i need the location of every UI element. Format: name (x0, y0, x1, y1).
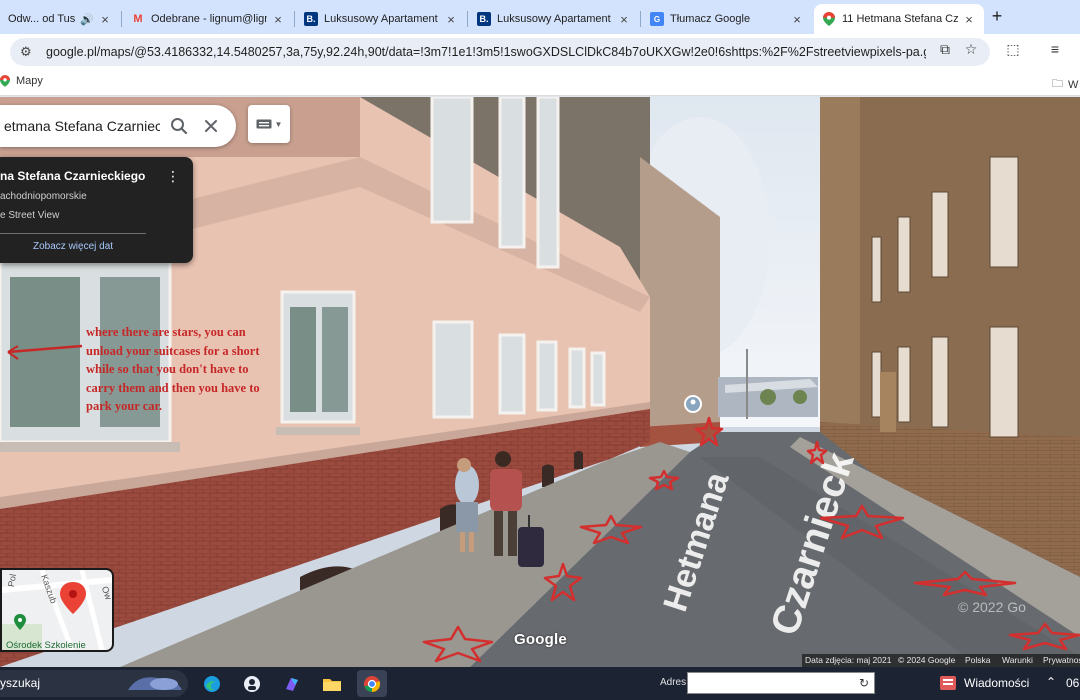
street-view-viewport[interactable]: Hetmana Czarnieck © 2022 Go etmana Stefa… (0, 97, 1080, 667)
extensions-icon[interactable]: ⬚ (1004, 41, 1022, 58)
close-icon[interactable]: × (444, 12, 458, 27)
more-options-icon[interactable]: ⋮ (166, 169, 180, 183)
info-card-source: e Street View (0, 210, 60, 221)
translate-icon: G (650, 12, 664, 26)
country-link[interactable]: Polska (965, 655, 991, 665)
search-icon[interactable] (166, 113, 192, 139)
address-url[interactable]: google.pl/maps/@53.4186332,14.5480257,3a… (46, 45, 926, 59)
app-icon[interactable] (237, 670, 267, 697)
taskbar-search[interactable]: yszukaj (0, 670, 188, 697)
maps-pin-icon (0, 75, 10, 87)
chrome-icon[interactable] (357, 670, 387, 697)
tab-2[interactable]: M Odebrane - lignum@lignu × (123, 4, 293, 34)
tab-1[interactable]: Odw... od Tuska! P 🔊 × (0, 4, 120, 34)
tab-6[interactable]: 11 Hetmana Stefana Czarn × (814, 4, 984, 34)
bookmark-folder-label: W (1068, 78, 1079, 91)
booking-icon: B. (304, 12, 318, 26)
taskbar-clock[interactable]: 06 (1066, 676, 1079, 690)
terms-link[interactable]: Warunki (1002, 655, 1033, 665)
keyboard-shortcuts-button[interactable]: ▼ (248, 105, 290, 143)
copyright-text: © 2024 Google (898, 655, 956, 665)
close-icon[interactable]: × (271, 12, 285, 27)
watermark-text: © 2022 Go (958, 599, 1026, 615)
refresh-icon[interactable]: ↻ (854, 673, 874, 693)
tab-5[interactable]: G Tłumacz Google × (642, 4, 812, 34)
chevron-up-icon[interactable]: ⌃ (1046, 675, 1056, 689)
bookmark-star-icon[interactable]: ☆ (962, 41, 980, 58)
gmail-icon: M (133, 13, 143, 25)
tab-1-title: Odw... od Tuska! P (8, 13, 76, 25)
tab-strip: Odw... od Tuska! P 🔊 × M Odebrane - lign… (0, 0, 1080, 34)
info-card-region: achodniopomorskie (0, 191, 87, 202)
news-widget-label[interactable]: Wiadomości (964, 676, 1029, 690)
place-marker-icon[interactable] (684, 395, 702, 413)
close-icon[interactable]: × (98, 12, 112, 27)
news-icon[interactable] (940, 676, 956, 690)
bookmark-mapy-label: Mapy (16, 75, 43, 87)
new-tab-button[interactable]: + (988, 7, 1006, 26)
tab-4-title: Luksusowy Apartament pr (497, 13, 613, 25)
reading-list-icon[interactable]: ≡ (1046, 41, 1064, 57)
tab-6-title: 11 Hetmana Stefana Czarn (842, 13, 958, 25)
google-logo: Google (514, 631, 567, 648)
info-card-divider (0, 233, 146, 234)
search-highlight-icon (128, 677, 182, 690)
maps-search-input[interactable]: etmana Stefana Czarnieckieg (0, 118, 160, 134)
attribution-bar: Data zdjęcia: maj 2021 © 2024 Google Pol… (0, 654, 1080, 667)
location-pin-icon (60, 582, 86, 614)
privacy-link[interactable]: Prywatnoś (1043, 655, 1080, 665)
bookmarks-bar: Mapy 🗀 W (0, 70, 1080, 96)
booking-icon: B. (477, 12, 491, 26)
windows-taskbar: yszukaj Adres ↻ Wiadomości ⌃ 06 (0, 667, 1080, 700)
minimap-place-label: Ośrodek Szkolenie (6, 640, 86, 651)
tab-4[interactable]: B. Luksusowy Apartament pr × (469, 4, 639, 34)
audio-icon[interactable]: 🔊 (80, 13, 94, 26)
install-app-icon[interactable]: ⧉ (936, 41, 954, 58)
taskbar-search-text: yszukaj (0, 676, 41, 690)
address-toolbar-input[interactable]: ↻ (687, 672, 875, 694)
edge-icon[interactable] (197, 670, 227, 697)
address-bar[interactable]: ⚙ google.pl/maps/@53.4186332,14.5480257,… (10, 38, 990, 66)
caret-down-icon: ▼ (274, 119, 283, 129)
tab-2-title: Odebrane - lignum@lignu (151, 13, 267, 25)
file-explorer-icon[interactable] (317, 670, 347, 697)
maps-search-box[interactable]: etmana Stefana Czarnieckieg (0, 105, 236, 147)
bookmark-mapy[interactable]: Mapy (0, 75, 43, 87)
tab-3-title: Luksusowy Apartament pr (324, 13, 440, 25)
address-toolbar-label: Adres (660, 677, 687, 688)
street-view-info-card: na Stefana Czarnieckiego achodniopomorsk… (0, 157, 193, 263)
photo-date: Data zdjęcia: maj 2021 (805, 655, 892, 665)
close-icon[interactable]: × (962, 12, 976, 27)
tab-5-title: Tłumacz Google (670, 13, 751, 25)
site-settings-icon[interactable]: ⚙ (20, 44, 40, 60)
minimap[interactable]: Pol Kaszub Ow Ośrodek Szkolenie (0, 568, 114, 652)
close-icon[interactable]: × (790, 12, 804, 27)
folder-icon: 🗀 (1052, 78, 1063, 90)
copilot-icon[interactable] (277, 670, 307, 697)
keyboard-icon (256, 119, 272, 129)
info-card-title: na Stefana Czarnieckiego (0, 169, 146, 183)
close-icon[interactable] (198, 113, 224, 139)
close-icon[interactable]: × (617, 12, 631, 27)
maps-pin-icon (822, 12, 836, 26)
browser-toolbar: ⚙ google.pl/maps/@53.4186332,14.5480257,… (0, 34, 1080, 70)
see-more-dates-link[interactable]: Zobacz więcej dat (33, 241, 113, 252)
bookmark-folder[interactable]: 🗀 W (1052, 75, 1078, 94)
annotation-text: where there are stars, you can unload yo… (86, 325, 260, 413)
tab-3[interactable]: B. Luksusowy Apartament pr × (296, 4, 466, 34)
